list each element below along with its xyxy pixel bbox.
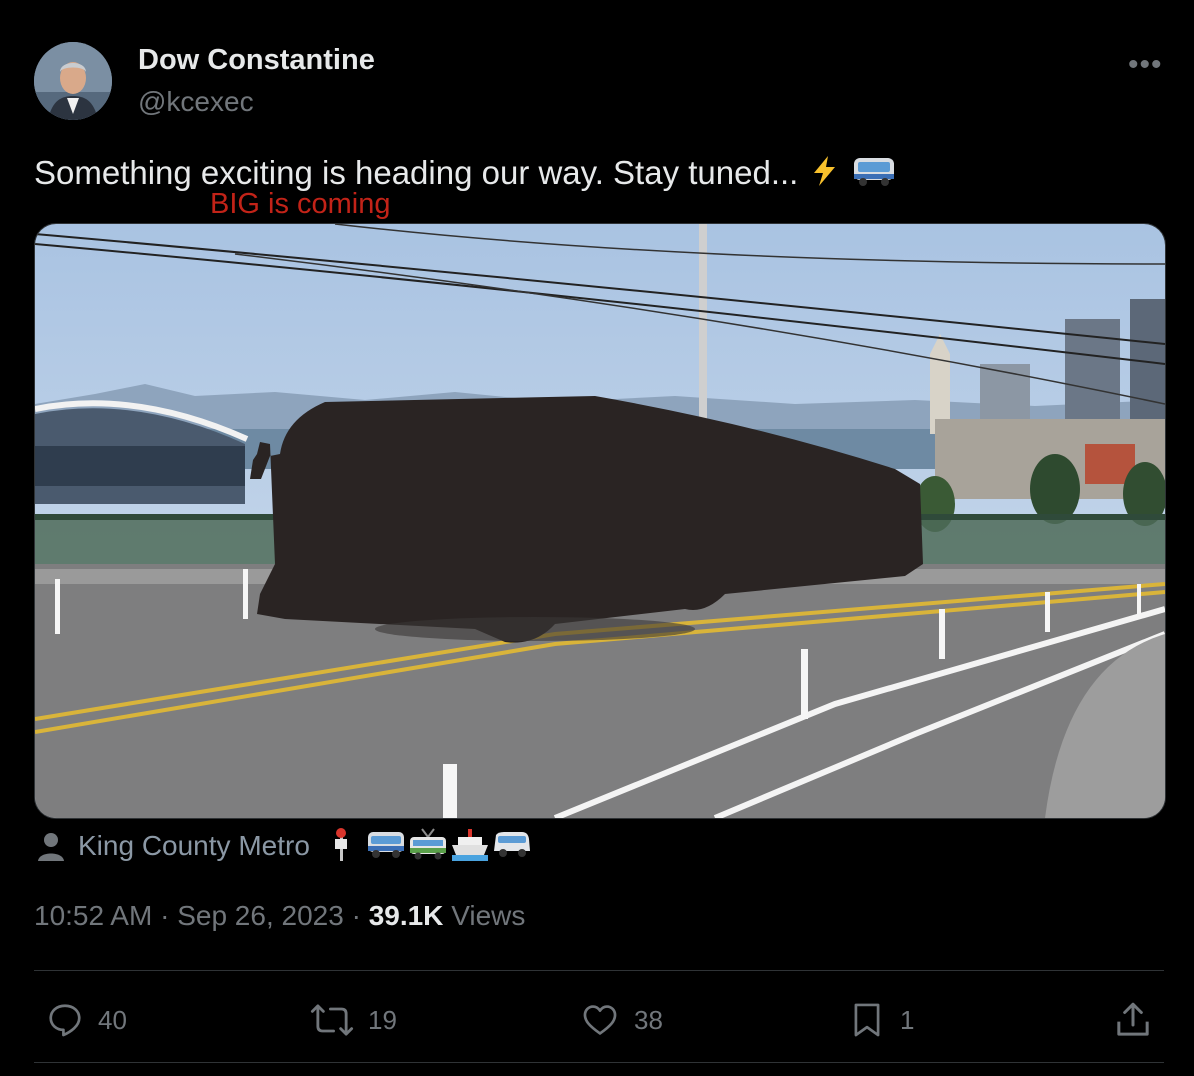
views-label: Views	[451, 900, 526, 931]
overlay-caption: BIG is coming	[210, 188, 391, 220]
bus-stop-emoji	[330, 827, 352, 866]
bookmark-button[interactable]: 1	[848, 1000, 914, 1040]
retweet-icon	[310, 1004, 354, 1036]
tweet-date[interactable]: Sep 26, 2023	[177, 900, 344, 931]
tagged-label: King County Metro	[78, 830, 310, 861]
tweet-meta: 10:52 AM · Sep 26, 2023 · 39.1K Views	[34, 900, 525, 932]
reply-count: 40	[98, 1004, 127, 1035]
avatar[interactable]	[34, 42, 112, 120]
retweet-button[interactable]: 19	[310, 1000, 397, 1040]
minibus-emoji	[492, 829, 532, 864]
bookmark-count: 1	[900, 1004, 915, 1035]
bus-emoji	[366, 829, 406, 864]
reply-button[interactable]: 40	[46, 1000, 127, 1040]
divider	[34, 970, 1164, 971]
more-options-icon[interactable]: •••	[1128, 48, 1163, 82]
bookmark-icon	[854, 1003, 880, 1037]
like-count: 38	[634, 1004, 663, 1035]
high-voltage-emoji	[808, 154, 842, 196]
tweet-text-line: Something exciting is heading our way. S…	[34, 154, 897, 196]
person-icon	[38, 833, 64, 861]
divider	[34, 1062, 1164, 1063]
ferry-emoji	[450, 827, 490, 866]
reply-icon	[49, 1004, 81, 1037]
author-name[interactable]: Dow Constantine	[138, 44, 375, 77]
trolleybus-emoji	[408, 827, 448, 866]
like-button[interactable]: 38	[580, 1000, 663, 1040]
tweet-photo[interactable]	[34, 223, 1166, 819]
views-count: 39.1K	[368, 900, 444, 931]
bus-emoji	[851, 154, 897, 196]
tweet-time[interactable]: 10:52 AM	[34, 900, 152, 931]
share-icon	[1117, 1002, 1149, 1036]
share-button[interactable]	[1113, 1000, 1153, 1040]
retweet-count: 19	[368, 1004, 397, 1035]
author-handle[interactable]: @kcexec	[138, 86, 254, 118]
meta-separator: ·	[160, 900, 170, 931]
meta-separator: ·	[351, 900, 361, 931]
tagged-account[interactable]: King County Metro	[36, 827, 532, 866]
heart-icon	[583, 1005, 617, 1035]
tweet-text: Something exciting is heading our way. S…	[34, 154, 799, 191]
